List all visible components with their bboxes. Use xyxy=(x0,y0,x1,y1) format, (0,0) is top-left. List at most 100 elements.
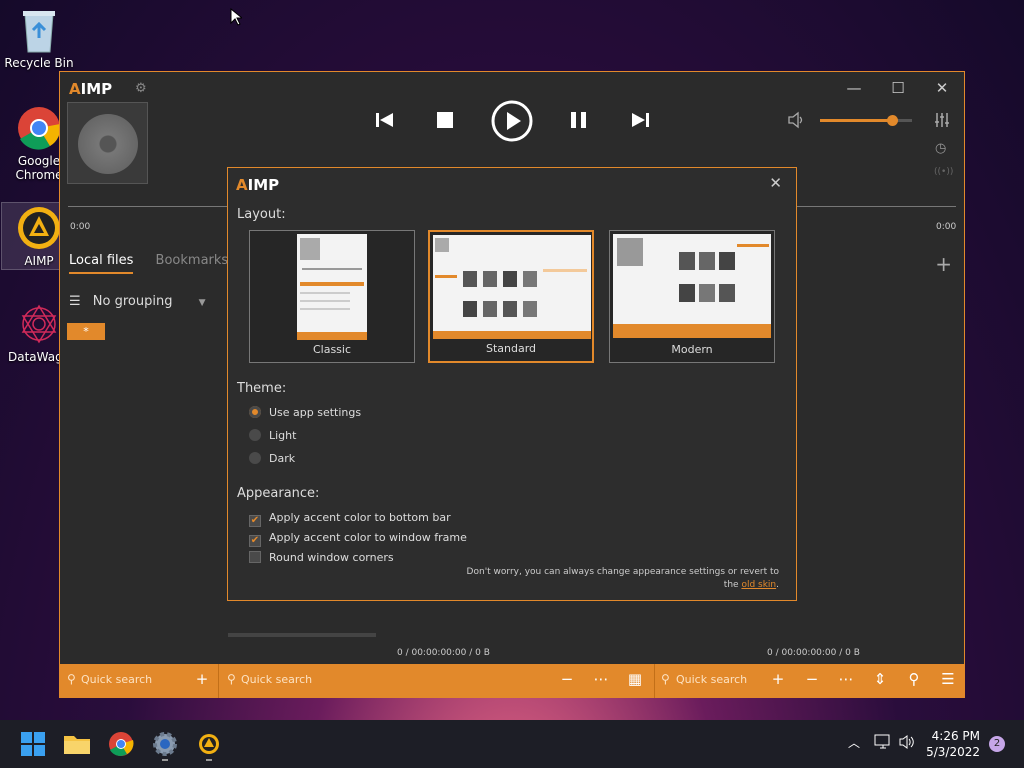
grouping-label: No grouping xyxy=(92,294,173,309)
theme-radio-dark[interactable]: Dark xyxy=(249,452,295,465)
checkbox-label: Apply accent color to window frame xyxy=(269,531,467,544)
file-explorer-icon[interactable] xyxy=(61,728,93,760)
history-clock-icon[interactable]: ◷ xyxy=(935,141,946,156)
checkbox-label: Round window corners xyxy=(269,551,394,564)
appearance-label: Appearance: xyxy=(237,486,320,501)
radio-label: Use app settings xyxy=(269,406,362,419)
layout-option-standard[interactable]: Standard xyxy=(428,230,594,363)
grid-view-icon[interactable]: ▦ xyxy=(624,670,646,688)
layout-caption: Classic xyxy=(312,343,352,356)
quick-search-input-1[interactable]: Quick search xyxy=(81,673,152,686)
radio-broadcast-icon[interactable]: ((•)) xyxy=(934,167,953,177)
checkmark-icon: ✔ xyxy=(249,515,261,527)
datawagon-icon xyxy=(17,302,61,346)
time-elapsed: 0:00 xyxy=(70,222,91,232)
volume-slider-knob[interactable] xyxy=(886,115,898,126)
checkbox-label: Apply accent color to bottom bar xyxy=(269,511,451,524)
radio-icon xyxy=(249,452,261,464)
settings-taskbar-icon[interactable] xyxy=(149,728,181,761)
more-options-icon[interactable]: ⋯ xyxy=(835,670,857,688)
disc-icon xyxy=(78,114,138,174)
volume-slider[interactable] xyxy=(820,115,912,126)
menu-icon[interactable]: ☰ xyxy=(937,670,959,688)
running-indicator xyxy=(162,759,168,761)
note-text: Don't worry, you can always change appea… xyxy=(466,567,779,577)
aimp-logo: AIMP xyxy=(69,80,113,98)
clock[interactable]: 4:26 PM 5/3/2022 xyxy=(926,728,980,760)
revert-note: Don't worry, you can always change appea… xyxy=(467,566,779,592)
volume-icon[interactable] xyxy=(898,734,916,754)
search-icon: ⚲ xyxy=(227,672,236,686)
desktop-icon-label: Recycle Bin xyxy=(4,56,74,70)
remove-button[interactable]: − xyxy=(801,670,823,688)
remove-button[interactable]: − xyxy=(556,670,578,688)
search-icon[interactable]: ⚲ xyxy=(903,670,925,688)
time-total: 0:00 xyxy=(936,222,957,232)
accent-bottom-bar-checkbox[interactable]: ✔ Apply accent color to bottom bar xyxy=(249,511,451,527)
aimp-icon xyxy=(17,206,61,250)
library-tabs: Local files Bookmarks xyxy=(69,253,246,274)
search-icon: ⚲ xyxy=(661,672,670,686)
playlist-tab[interactable]: * xyxy=(67,323,105,340)
start-button[interactable] xyxy=(17,728,49,760)
old-skin-link[interactable]: old skin xyxy=(741,580,776,590)
divider xyxy=(654,664,655,698)
radio-label: Light xyxy=(269,429,297,442)
maximize-button[interactable]: ☐ xyxy=(886,78,910,98)
notification-badge[interactable]: 2 xyxy=(989,736,1005,752)
pause-button[interactable] xyxy=(571,112,587,131)
dialog-close-button[interactable]: ✕ xyxy=(769,174,782,192)
footer-stats-left: 0 / 00:00:00:00 / 0 B xyxy=(397,648,490,658)
chrome-taskbar-icon[interactable] xyxy=(105,728,137,760)
minimize-button[interactable]: — xyxy=(842,78,866,98)
round-corners-checkbox[interactable]: Round window corners xyxy=(249,551,394,564)
layout-option-modern[interactable]: Modern xyxy=(609,230,775,363)
appearance-dialog: AIMP ✕ Layout: Classic Standard Modern T… xyxy=(227,167,797,601)
play-button[interactable] xyxy=(491,100,533,145)
horizontal-scrollbar[interactable] xyxy=(228,633,376,637)
classic-preview xyxy=(297,234,367,340)
more-options-icon[interactable]: ⋯ xyxy=(590,670,612,688)
layout-option-classic[interactable]: Classic xyxy=(249,230,415,363)
theme-radio-light[interactable]: Light xyxy=(249,429,296,442)
add-button[interactable]: + xyxy=(767,670,789,688)
divider xyxy=(218,664,219,698)
theme-radio-app-settings[interactable]: Use app settings xyxy=(249,406,361,419)
radio-icon xyxy=(249,429,261,441)
standard-preview xyxy=(433,235,591,339)
volume-slider-fill xyxy=(820,119,892,122)
recycle-bin-icon xyxy=(17,8,61,53)
sort-arrows-icon[interactable]: ⇕ xyxy=(869,670,891,688)
note-text: . xyxy=(776,580,779,590)
note-text: the xyxy=(723,580,742,590)
next-button[interactable] xyxy=(631,112,649,131)
clock-date: 5/3/2022 xyxy=(926,745,980,759)
previous-button[interactable] xyxy=(376,112,394,131)
tab-local-files[interactable]: Local files xyxy=(69,253,134,274)
desktop-icon-recycle-bin[interactable]: Recycle Bin xyxy=(1,8,77,70)
equalizer-icon[interactable] xyxy=(934,112,950,131)
volume-speaker-icon[interactable] xyxy=(787,111,805,132)
chevron-up-icon[interactable]: ︿ xyxy=(848,734,860,751)
footer-stats-right: 0 / 00:00:00:00 / 0 B xyxy=(767,648,860,658)
album-cover xyxy=(67,102,148,184)
bottom-bar: ⚲ Quick search + ⚲ Quick search − ⋯ ▦ ⚲ … xyxy=(60,664,964,698)
quick-search-input-2[interactable]: Quick search xyxy=(241,673,312,686)
stop-button[interactable] xyxy=(437,112,453,131)
tab-bookmarks[interactable]: Bookmarks xyxy=(156,253,229,272)
close-button[interactable]: ✕ xyxy=(930,78,954,98)
add-playlist-button[interactable]: + xyxy=(935,252,952,276)
hamburger-icon: ☰ xyxy=(69,294,81,309)
taskbar: ︿ 4:26 PM 5/3/2022 2 xyxy=(0,720,1024,768)
grouping-selector[interactable]: ☰ No grouping ▼ xyxy=(69,294,206,309)
network-icon[interactable] xyxy=(874,734,892,754)
quick-search-input-3[interactable]: Quick search xyxy=(676,673,747,686)
settings-gear-icon[interactable]: ⚙ xyxy=(135,81,147,96)
chevron-down-icon: ▼ xyxy=(198,298,206,308)
add-button[interactable]: + xyxy=(191,670,213,688)
accent-window-frame-checkbox[interactable]: ✔ Apply accent color to window frame xyxy=(249,531,467,547)
aimp-taskbar-icon[interactable] xyxy=(193,728,225,761)
layout-caption: Standard xyxy=(485,342,537,355)
modern-preview xyxy=(613,234,771,338)
running-indicator xyxy=(206,759,212,761)
